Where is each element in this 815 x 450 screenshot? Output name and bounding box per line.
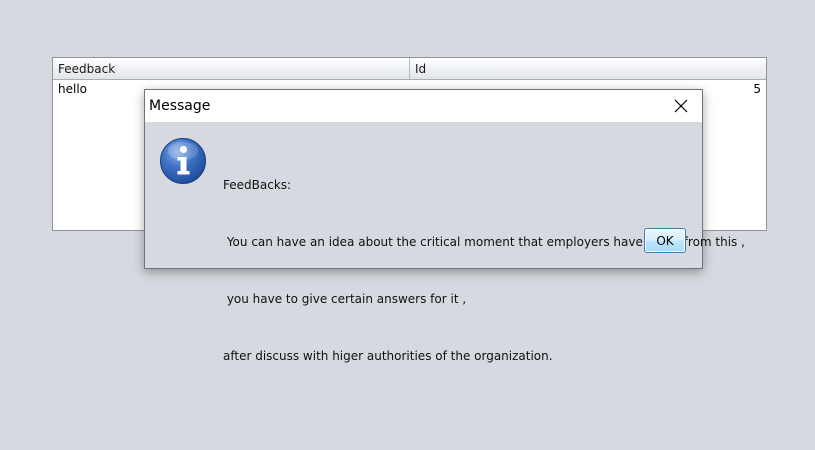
info-icon bbox=[160, 138, 206, 184]
ok-button[interactable]: OK bbox=[644, 228, 686, 253]
dialog-titlebar[interactable]: Message bbox=[145, 90, 702, 122]
message-line: you have to give certain answers for it … bbox=[223, 292, 467, 306]
close-icon bbox=[674, 99, 688, 113]
close-button[interactable] bbox=[660, 90, 702, 122]
message-line: FeedBacks: bbox=[223, 178, 292, 192]
message-dialog: Message FeedBacks: You can have an idea … bbox=[144, 89, 745, 363]
dialog-title: Message bbox=[149, 98, 211, 114]
message-text: FeedBacks: You can have an idea about th… bbox=[223, 138, 745, 404]
message-line: after discuss with higer authorities of … bbox=[223, 349, 553, 363]
column-header-feedback[interactable]: Feedback bbox=[53, 58, 410, 79]
dialog-body: FeedBacks: You can have an idea about th… bbox=[145, 122, 745, 363]
column-header-id[interactable]: Id bbox=[410, 58, 766, 79]
table-header: Feedback Id bbox=[53, 58, 766, 80]
